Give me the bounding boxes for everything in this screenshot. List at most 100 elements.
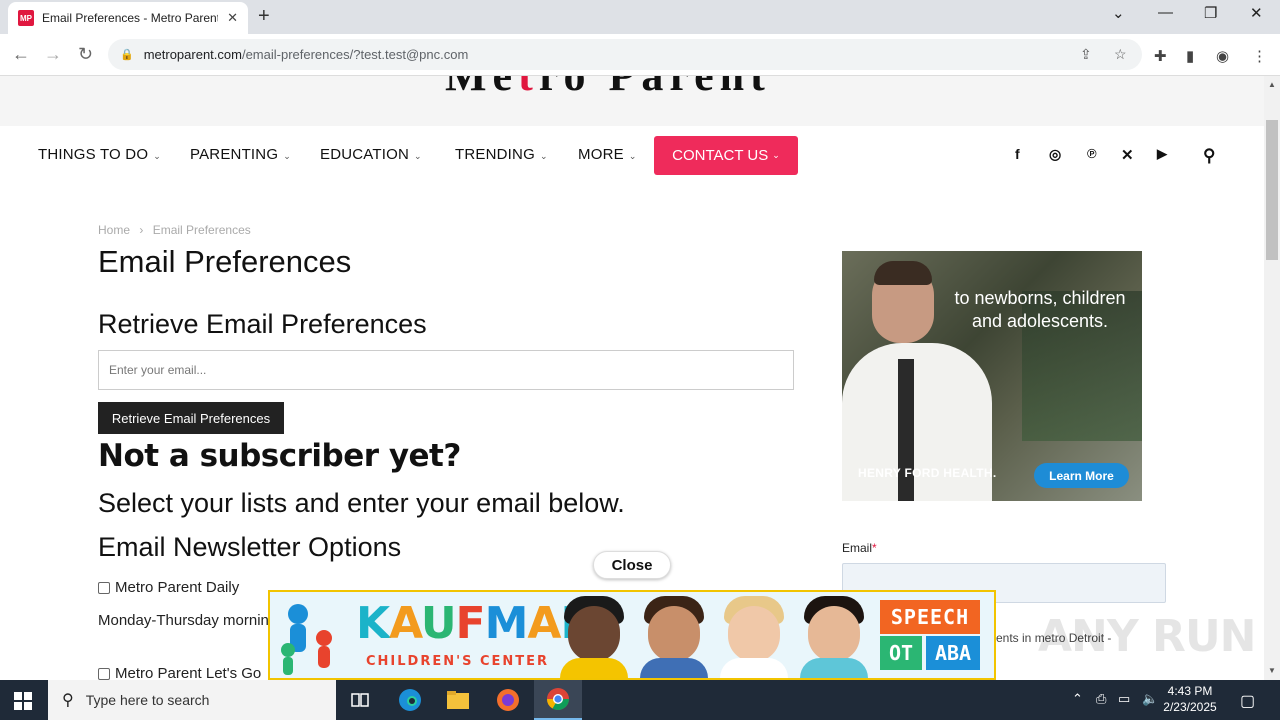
firefox-icon[interactable] (484, 680, 532, 720)
page-scrollbar[interactable]: ▲ ▼ (1264, 76, 1280, 680)
newsletter-option-lets-go[interactable]: Metro Parent Let's Go (98, 665, 261, 680)
chevron-down-icon: ⌄ (153, 151, 161, 161)
not-subscriber-heading: Not a subscriber yet? (98, 438, 461, 474)
contact-us-button[interactable]: CONTACT US ⌄ (654, 136, 798, 175)
main-navigation: THINGS TO DO ⌄ PARENTING ⌄ EDUCATION ⌄ TREN… (0, 126, 1264, 186)
ad-child-photo (636, 592, 712, 678)
ad-speech-label: SPEECH (880, 600, 980, 634)
retrieve-heading: Retrieve Email Preferences (98, 309, 427, 339)
browser-toolbar: ← → ↻ 🔒 metroparent.com/email-preference… (0, 34, 1280, 76)
breadcrumb-separator: › (139, 223, 144, 237)
taskbar-search[interactable]: ⚲ Type here to search (48, 680, 336, 720)
search-icon[interactable]: ⚲ (1203, 146, 1215, 166)
scroll-down-icon[interactable]: ▼ (1268, 666, 1276, 675)
search-icon: ⚲ (62, 692, 74, 709)
profile-icon[interactable]: ◉ (1216, 47, 1229, 65)
site-logo[interactable]: Metro Parent (445, 76, 771, 101)
windows-taskbar: ⚲ Type here to search ⌃ ⎙ ▭ 🔈 4:43 PM 2/… (0, 680, 1280, 720)
nav-things-to-do[interactable]: THINGS TO DO ⌄ (38, 146, 161, 163)
site-favicon: MP (18, 10, 34, 26)
tab-close-icon[interactable]: ✕ (227, 10, 238, 26)
youtube-icon[interactable]: ▶ (1157, 146, 1167, 162)
restore-icon[interactable]: ❐ (1204, 4, 1217, 22)
checkbox[interactable] (98, 581, 110, 594)
bottom-banner-ad[interactable]: KAUFMAN CHILDREN'S CENTER SPEECH OT ABA (268, 590, 996, 680)
ad-learn-more-button[interactable]: Learn More (1034, 463, 1129, 488)
page-title: Email Preferences (98, 244, 352, 279)
side-panel-icon[interactable]: ▮ (1186, 47, 1194, 65)
scrollbar-thumb[interactable] (1266, 120, 1278, 260)
start-button[interactable] (14, 692, 32, 710)
facebook-icon[interactable]: f (1015, 146, 1020, 162)
chevron-down-icon: ⌄ (772, 150, 780, 160)
edge-icon[interactable] (386, 680, 434, 720)
select-lists-heading: Select your lists and enter your email b… (98, 488, 625, 518)
clock-date: 2/23/2025 (1163, 700, 1217, 714)
chevron-down-icon: ⌄ (539, 151, 548, 161)
pinterest-icon[interactable]: ℗ (1087, 146, 1097, 161)
ad-child-photo (796, 592, 872, 678)
chevron-down-icon: ⌄ (414, 151, 422, 161)
retrieve-preferences-button[interactable]: Retrieve Email Preferences (98, 402, 284, 434)
reload-icon[interactable]: ↻ (78, 44, 93, 65)
network-icon[interactable]: ▭ (1118, 691, 1130, 707)
newsletter-options-heading: Email Newsletter Options (98, 532, 402, 562)
breadcrumb-home[interactable]: Home (98, 223, 130, 237)
nav-more[interactable]: MORE ⌄ (578, 146, 637, 163)
url-host: metroparent.com (143, 47, 242, 62)
sidebar-email-label: Email* (842, 541, 877, 555)
task-view-icon[interactable] (336, 680, 384, 720)
forward-icon[interactable]: → (44, 44, 62, 65)
back-icon[interactable]: ← (12, 44, 30, 65)
option-label: Metro Parent Let's Go (115, 665, 262, 680)
checkbox[interactable] (98, 667, 110, 680)
instagram-icon[interactable]: ◎ (1049, 146, 1061, 163)
ad-brand: HENRY FORD HEALTH. (858, 466, 997, 480)
ad-doctor-hair (874, 261, 932, 285)
new-tab-button[interactable]: + (258, 5, 270, 28)
bookmark-star-icon[interactable]: ☆ (1114, 46, 1127, 63)
chevron-down-icon: ⌄ (283, 151, 291, 161)
header-logo-area: Metro Parent (0, 76, 1264, 126)
menu-icon[interactable]: ⋮ (1252, 47, 1267, 65)
chevron-down-icon: ⌄ (628, 151, 637, 161)
anyrun-watermark: ANY RUN (1038, 611, 1256, 662)
x-icon[interactable]: ✕ (1121, 146, 1134, 164)
ad-subtitle: CHILDREN'S CENTER (366, 654, 550, 669)
breadcrumb-current: Email Preferences (152, 223, 251, 237)
newsletter-option-daily[interactable]: Metro Parent Daily (98, 579, 239, 596)
ad-mascot-figures (281, 604, 332, 675)
volume-icon[interactable]: 🔈 (1142, 691, 1158, 707)
url-path: /email-preferences/?test.test@pnc.com (241, 47, 469, 62)
active-tab[interactable]: MP Email Preferences - Metro Parent ✕ (8, 2, 248, 34)
option-label: Metro Parent Daily (115, 579, 240, 596)
tab-search-icon[interactable]: ⌄ (1112, 4, 1125, 22)
share-icon[interactable]: ⇪ (1080, 46, 1092, 63)
taskbar-clock[interactable]: 4:43 PM 2/23/2025 (1160, 683, 1220, 715)
sidebar-ad[interactable]: to newborns, children and adolescents. H… (842, 251, 1142, 501)
nav-education[interactable]: EDUCATION ⌄ (320, 146, 422, 163)
nav-parenting[interactable]: PARENTING ⌄ (190, 146, 291, 163)
chrome-icon[interactable] (534, 680, 582, 720)
extensions-icon[interactable]: ✚ (1154, 47, 1167, 65)
file-explorer-icon[interactable] (434, 680, 482, 720)
notifications-icon[interactable]: ▢ (1240, 691, 1255, 711)
window-close-icon[interactable]: ✕ (1250, 4, 1263, 22)
lock-icon: 🔒 (120, 49, 134, 61)
web-page: Metro Parent THINGS TO DO⌄ PARENTING⌄ ED… (0, 76, 1264, 680)
clock-time: 4:43 PM (1167, 684, 1213, 698)
retrieve-email-input[interactable] (98, 350, 794, 390)
scroll-up-icon[interactable]: ▲ (1268, 80, 1276, 89)
ad-headline: to newborns, children and adolescents. (954, 288, 1126, 331)
close-ad-button[interactable]: Close (593, 551, 671, 579)
tray-chevron-icon[interactable]: ⌃ (1072, 691, 1083, 707)
device-icon[interactable]: ⎙ (1096, 691, 1106, 707)
breadcrumb: Home › Email Preferences (98, 223, 251, 237)
browser-tab-strip: MP Email Preferences - Metro Parent ✕ + … (0, 0, 1280, 34)
nav-trending[interactable]: TRENDING ⌄ (455, 146, 548, 163)
address-bar[interactable]: 🔒 metroparent.com/email-preferences/?tes… (108, 39, 1142, 70)
minimize-icon[interactable]: — (1158, 4, 1173, 21)
ad-ot-label: OT (880, 636, 922, 670)
option-description: Monday-Thursday mornin (98, 612, 269, 629)
tab-title: Email Preferences - Metro Parent (42, 11, 218, 25)
